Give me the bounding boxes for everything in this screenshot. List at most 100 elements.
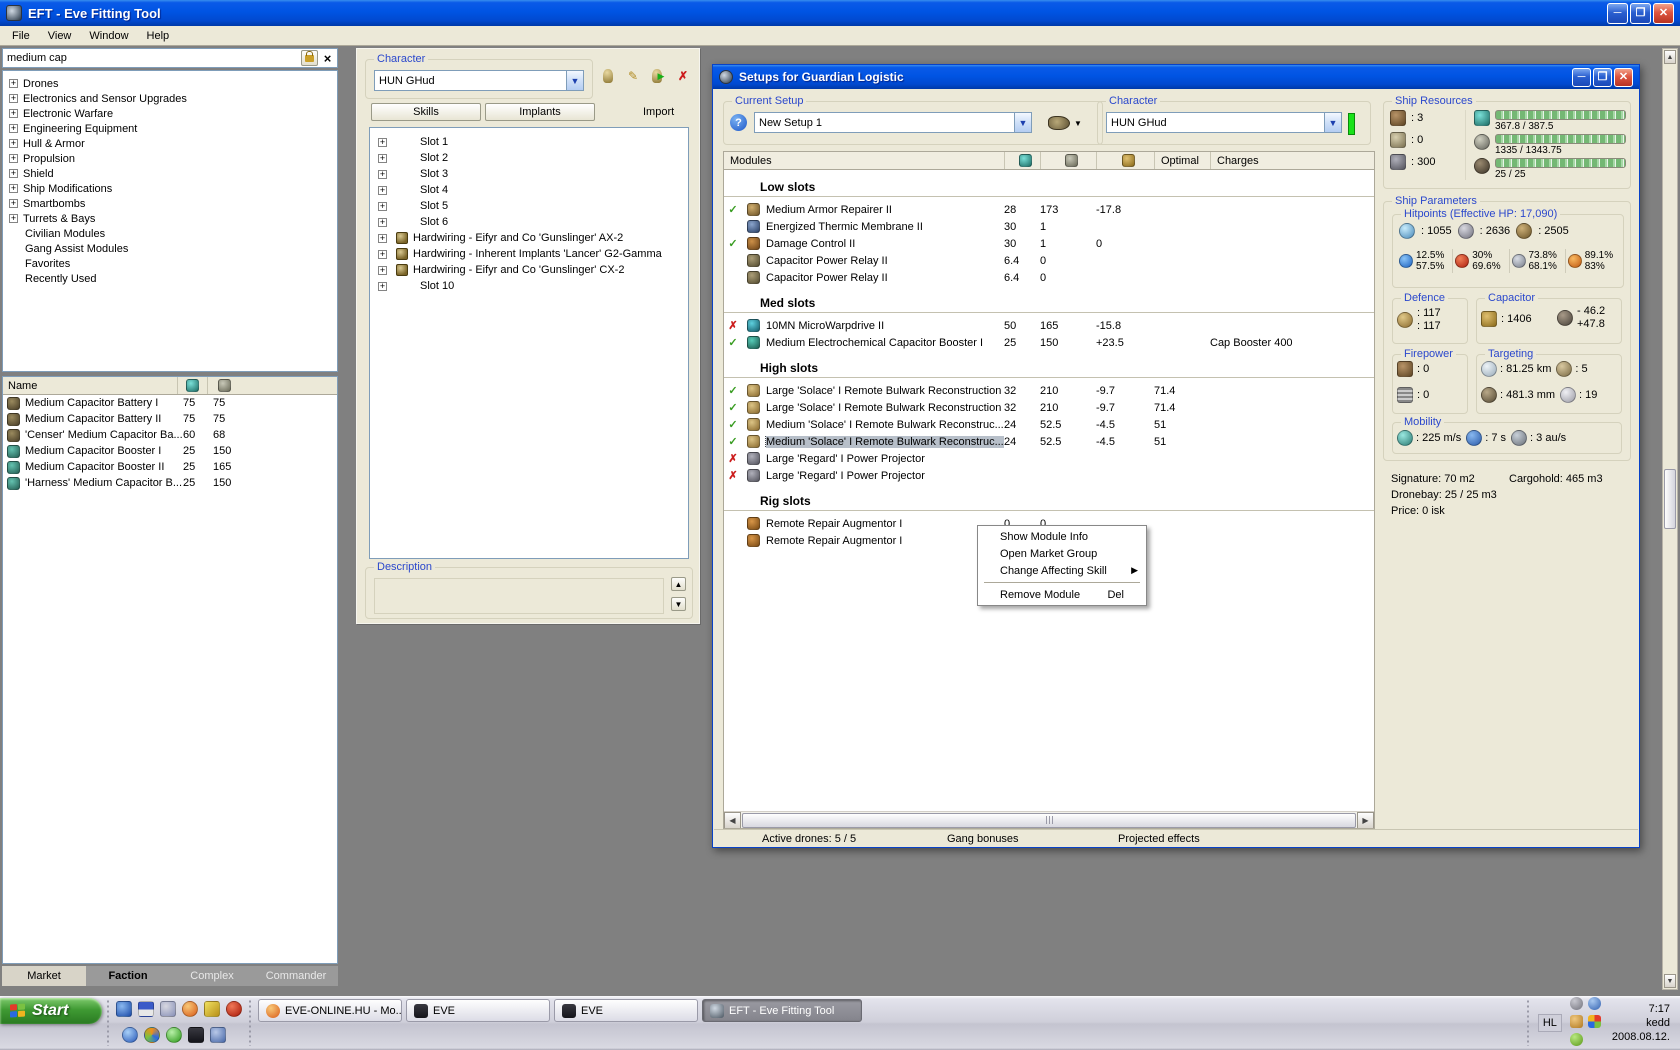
module-row[interactable]: Capacitor Power Relay II6.40 xyxy=(724,252,1374,269)
tree-item[interactable]: +Propulsion xyxy=(9,151,337,166)
menu-item-file[interactable]: File xyxy=(4,28,38,44)
powergrid-column-icon[interactable] xyxy=(1040,152,1096,169)
search-input[interactable]: medium cap xyxy=(3,52,301,64)
main-titlebar[interactable]: EFT - Eve Fitting Tool ─ ❐ ✕ xyxy=(0,0,1680,26)
scroll-up-icon[interactable]: ▲ xyxy=(1664,50,1676,64)
module-row[interactable]: ✓Medium Electrochemical Capacitor Booste… xyxy=(724,334,1374,351)
taskbar-divider[interactable] xyxy=(106,1000,110,1046)
expand-icon[interactable]: + xyxy=(9,199,18,208)
taskbar-divider[interactable] xyxy=(1526,1000,1530,1046)
clock[interactable]: 7:17 kedd 2008.08.12. xyxy=(1612,1002,1680,1044)
menu-item-view[interactable]: View xyxy=(40,28,80,44)
modules-header[interactable]: Modules Optimal Charges xyxy=(724,152,1374,170)
search-box[interactable]: medium cap × xyxy=(2,48,338,68)
table-row[interactable]: Medium Capacitor Booster I25150 xyxy=(3,443,337,459)
modules-column-header[interactable]: Modules xyxy=(724,152,1004,169)
tree-item[interactable]: +Electronics and Sensor Upgrades xyxy=(9,91,337,106)
tray-volume-icon[interactable] xyxy=(1570,1015,1583,1028)
taskbar-button-3[interactable]: EVE xyxy=(554,999,698,1022)
character-edit-button[interactable]: ✎ xyxy=(624,67,642,85)
scroll-left-icon[interactable]: ◀ xyxy=(724,812,741,829)
tree-item[interactable]: Civilian Modules xyxy=(9,226,337,241)
chevron-down-icon[interactable]: ▼ xyxy=(1014,113,1031,132)
scroll-right-icon[interactable]: ▶ xyxy=(1357,812,1374,829)
module-row[interactable]: Energized Thermic Membrane II301 xyxy=(724,218,1374,235)
expand-icon[interactable]: + xyxy=(378,218,387,227)
expand-icon[interactable]: + xyxy=(378,154,387,163)
scroll-down-icon[interactable]: ▼ xyxy=(1664,974,1676,988)
powergrid-column-icon[interactable] xyxy=(208,377,240,394)
tree-item[interactable]: +Turrets & Bays xyxy=(9,211,337,226)
setups-maximize-button[interactable]: ❐ xyxy=(1593,68,1612,87)
expand-icon[interactable]: + xyxy=(378,170,387,179)
results-header[interactable]: Name xyxy=(3,377,337,395)
setups-minimize-button[interactable]: ─ xyxy=(1572,68,1591,87)
taskbar-button-4[interactable]: EFT - Eve Fitting Tool xyxy=(702,999,862,1022)
tab-faction[interactable]: Faction xyxy=(86,966,170,986)
minimize-button[interactable]: ─ xyxy=(1607,3,1628,24)
expand-icon[interactable]: + xyxy=(9,184,18,193)
setup-select[interactable]: New Setup 1▼ xyxy=(754,112,1032,133)
expand-icon[interactable]: + xyxy=(9,214,18,223)
tree-item[interactable]: Gang Assist Modules xyxy=(9,241,337,256)
menu-item-change-affecting-skill[interactable]: Change Affecting Skill▶ xyxy=(978,562,1146,579)
horizontal-scrollbar[interactable]: ◀ ▶ xyxy=(724,811,1374,828)
table-row[interactable]: Medium Capacitor Battery II7575 xyxy=(3,411,337,427)
quicklaunch-opera-icon[interactable] xyxy=(226,1001,242,1017)
implant-item[interactable]: +Slot 10 xyxy=(378,278,688,294)
tray-update-icon[interactable] xyxy=(1588,997,1601,1010)
module-row[interactable]: ✗Large 'Regard' I Power Projector xyxy=(724,467,1374,484)
quicklaunch-x-icon[interactable] xyxy=(210,1027,226,1043)
module-row[interactable]: ✓Damage Control II3010 xyxy=(724,235,1374,252)
tray-windows-icon[interactable] xyxy=(1588,1015,1601,1028)
expand-icon[interactable]: + xyxy=(378,266,387,275)
taskbar-button-2[interactable]: EVE xyxy=(406,999,550,1022)
optimal-column-header[interactable]: Optimal xyxy=(1154,152,1210,169)
implant-item[interactable]: +Hardwiring - Inherent Implants 'Lancer'… xyxy=(378,246,688,262)
quicklaunch-firefox-icon[interactable] xyxy=(182,1001,198,1017)
character-update-button[interactable] xyxy=(599,67,617,85)
quicklaunch-eve-icon[interactable] xyxy=(188,1027,204,1043)
implant-item[interactable]: +Slot 5 xyxy=(378,198,688,214)
tab-implants[interactable]: Implants xyxy=(485,103,595,121)
tab-complex[interactable]: Complex xyxy=(170,966,254,986)
expand-icon[interactable]: + xyxy=(9,79,18,88)
scroll-up-icon[interactable]: ▲ xyxy=(671,577,686,591)
ship-menu-button[interactable]: ▼ xyxy=(1040,110,1090,136)
implant-item[interactable]: +Slot 4 xyxy=(378,182,688,198)
implant-item[interactable]: +Hardwiring - Eifyr and Co 'Gunslinger' … xyxy=(378,262,688,278)
scrollbar-thumb[interactable] xyxy=(1664,469,1676,529)
taskbar-divider[interactable] xyxy=(248,1000,252,1046)
table-row[interactable]: Medium Capacitor Battery I7575 xyxy=(3,395,337,411)
taskbar-button-1[interactable]: EVE-ONLINE.HU - Mo... xyxy=(258,999,402,1022)
expand-icon[interactable]: + xyxy=(9,109,18,118)
implant-item[interactable]: +Slot 3 xyxy=(378,166,688,182)
import-link[interactable]: Import xyxy=(643,106,674,118)
quicklaunch-floppy-icon[interactable] xyxy=(138,1001,154,1017)
expand-icon[interactable]: + xyxy=(9,124,18,133)
module-row[interactable]: ✓Large 'Solace' I Remote Bulwark Reconst… xyxy=(724,382,1374,399)
quicklaunch-itunes-icon[interactable] xyxy=(122,1027,138,1043)
tree-item[interactable]: +Engineering Equipment xyxy=(9,121,337,136)
close-button[interactable]: ✕ xyxy=(1653,3,1674,24)
implant-item[interactable]: +Slot 1 xyxy=(378,134,688,150)
expand-icon[interactable]: + xyxy=(378,138,387,147)
module-row[interactable]: ✓Large 'Solace' I Remote Bulwark Reconst… xyxy=(724,399,1374,416)
expand-icon[interactable]: + xyxy=(378,202,387,211)
implant-item[interactable]: +Slot 2 xyxy=(378,150,688,166)
tree-item[interactable]: +Electronic Warfare xyxy=(9,106,337,121)
tree-item[interactable]: +Drones xyxy=(9,76,337,91)
chevron-down-icon[interactable]: ▼ xyxy=(566,71,583,90)
setups-close-button[interactable]: ✕ xyxy=(1614,68,1633,87)
module-row[interactable]: ✓Medium 'Solace' I Remote Bulwark Recons… xyxy=(724,416,1374,433)
menu-item-help[interactable]: Help xyxy=(139,28,178,44)
module-row[interactable]: ✗10MN MicroWarpdrive II50165-15.8 xyxy=(724,317,1374,334)
menu-item-show-module-info[interactable]: Show Module Info xyxy=(978,528,1146,545)
start-button[interactable]: Start xyxy=(0,998,102,1024)
vertical-scrollbar[interactable]: ▲ ▼ xyxy=(1662,48,1678,990)
menu-item-remove-module[interactable]: Remove ModuleDel xyxy=(978,586,1146,603)
tray-mute-icon[interactable] xyxy=(1570,997,1583,1010)
expand-icon[interactable]: + xyxy=(378,250,387,259)
module-row[interactable]: ✓Medium 'Solace' I Remote Bulwark Recons… xyxy=(724,433,1374,450)
cpu-column-icon[interactable] xyxy=(1004,152,1040,169)
